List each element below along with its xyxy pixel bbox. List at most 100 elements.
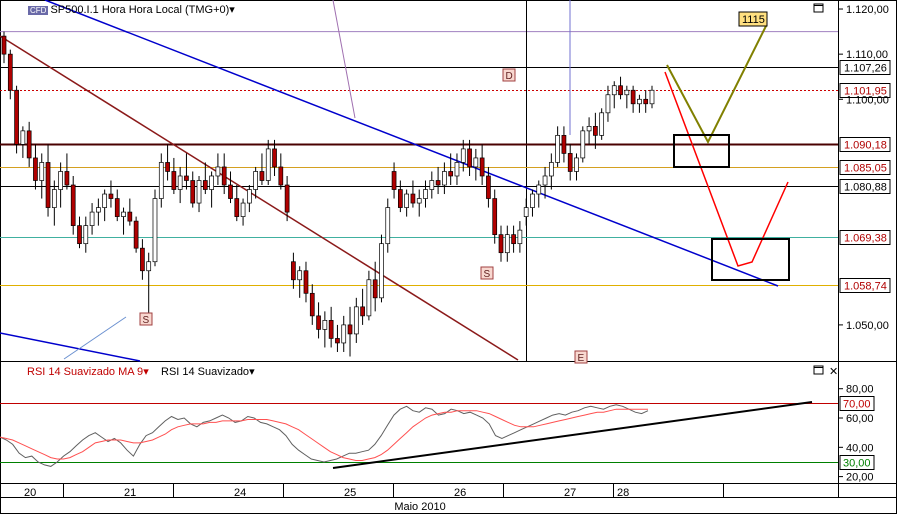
olive-projection	[666, 25, 767, 145]
candle	[234, 198, 240, 217]
rsi-indicator-2[interactable]: RSI 14 Suavizado▾	[161, 365, 255, 378]
candle	[316, 315, 321, 330]
x-axis-label: Maio 2010	[394, 501, 445, 513]
blue-trendline-lower	[0, 332, 141, 362]
candle	[574, 157, 579, 172]
candle	[272, 148, 277, 168]
main-chart-title[interactable]: CFD SP500.I.1 Hora Hora Local (TMG+0)▾	[28, 3, 235, 16]
candle	[643, 98, 649, 105]
candle	[429, 180, 435, 190]
candle	[649, 89, 655, 105]
candle	[190, 180, 196, 204]
candle	[253, 171, 259, 190]
candle	[89, 211, 95, 226]
day-label: 21	[124, 487, 136, 499]
candle	[7, 53, 13, 91]
annotation-marker-s: S	[143, 315, 150, 326]
candle	[353, 306, 359, 335]
candle	[259, 171, 265, 181]
dropdown-arrow-icon[interactable]: ▾	[229, 4, 235, 16]
candle	[385, 207, 391, 245]
candle	[152, 198, 158, 263]
candle	[372, 279, 378, 299]
target-label: 1115	[742, 14, 765, 26]
candle	[20, 130, 26, 145]
candle	[146, 261, 152, 272]
candle	[347, 324, 353, 335]
dropdown-arrow-icon[interactable]: ▾	[249, 366, 255, 378]
candle	[498, 234, 504, 254]
candle	[486, 175, 491, 199]
candle	[599, 112, 605, 136]
candle	[121, 211, 126, 217]
candle	[96, 207, 101, 213]
candle	[360, 306, 365, 317]
candle	[637, 98, 642, 105]
candle	[630, 89, 636, 105]
candle	[177, 175, 183, 190]
candle	[108, 193, 114, 199]
candle	[536, 184, 542, 195]
candle	[70, 184, 76, 226]
candle	[542, 175, 548, 186]
candle	[184, 175, 189, 181]
candle	[548, 162, 554, 177]
close-icon[interactable]: ✕	[829, 366, 838, 378]
dropdown-arrow-icon[interactable]: ▾	[143, 366, 149, 378]
candle	[328, 320, 334, 339]
candle	[165, 162, 170, 172]
candle	[309, 292, 315, 317]
target-zone-upper	[673, 134, 730, 168]
candle	[26, 130, 32, 159]
price-level-label: 1.107,26	[844, 63, 887, 75]
candle	[435, 180, 441, 186]
outer-frame	[0, 0, 897, 514]
day-label: 20	[24, 487, 36, 499]
candle	[322, 320, 328, 330]
candle	[278, 166, 284, 186]
candle	[196, 180, 202, 204]
cfd-logo: CFD	[28, 6, 49, 15]
candle	[58, 171, 63, 190]
rsi-indicator-1[interactable]: RSI 14 Suavizado MA 9▾	[27, 365, 149, 378]
candle	[517, 229, 523, 245]
annotation-marker-d: D	[506, 71, 513, 82]
candle	[511, 234, 516, 245]
rsi-y-tick-label: 60,00	[846, 413, 874, 425]
candle	[523, 207, 529, 217]
candle	[460, 148, 466, 163]
day-label: 26	[454, 487, 466, 499]
candle	[397, 189, 403, 208]
y-tick-label: 1.120,00	[846, 4, 889, 16]
candle	[423, 189, 428, 199]
y-tick-label: 1.100,00	[846, 94, 889, 106]
brown-trendline	[0, 35, 519, 361]
candle	[158, 162, 164, 199]
candle	[567, 153, 573, 172]
candle	[51, 189, 57, 208]
candle	[492, 198, 498, 236]
candle	[202, 180, 208, 190]
y-tick-label: 1.050,00	[846, 320, 889, 332]
rsi-line	[0, 404, 649, 467]
candle	[102, 193, 108, 208]
candle	[291, 261, 296, 281]
candle	[209, 175, 214, 190]
day-label: 27	[564, 487, 576, 499]
red-projection	[664, 71, 789, 267]
main-title-text: SP500.I.1 Hora Hora Local (TMG+0)	[50, 4, 230, 16]
candle	[83, 225, 89, 245]
rsi-y-tick-label: 20,00	[846, 472, 874, 484]
candle	[580, 130, 586, 159]
candle	[228, 184, 233, 199]
candle	[473, 157, 479, 168]
price-level-label: 1.080,88	[844, 182, 887, 194]
rsi-y-tick-label: 80,00	[846, 384, 874, 396]
candle	[467, 148, 472, 168]
candle	[265, 148, 271, 181]
annotation-marker-s: S	[484, 269, 491, 280]
day-label: 24	[234, 487, 246, 499]
candle	[624, 89, 630, 96]
candle	[611, 85, 617, 96]
rsi-level-label: 30,00	[843, 458, 871, 470]
